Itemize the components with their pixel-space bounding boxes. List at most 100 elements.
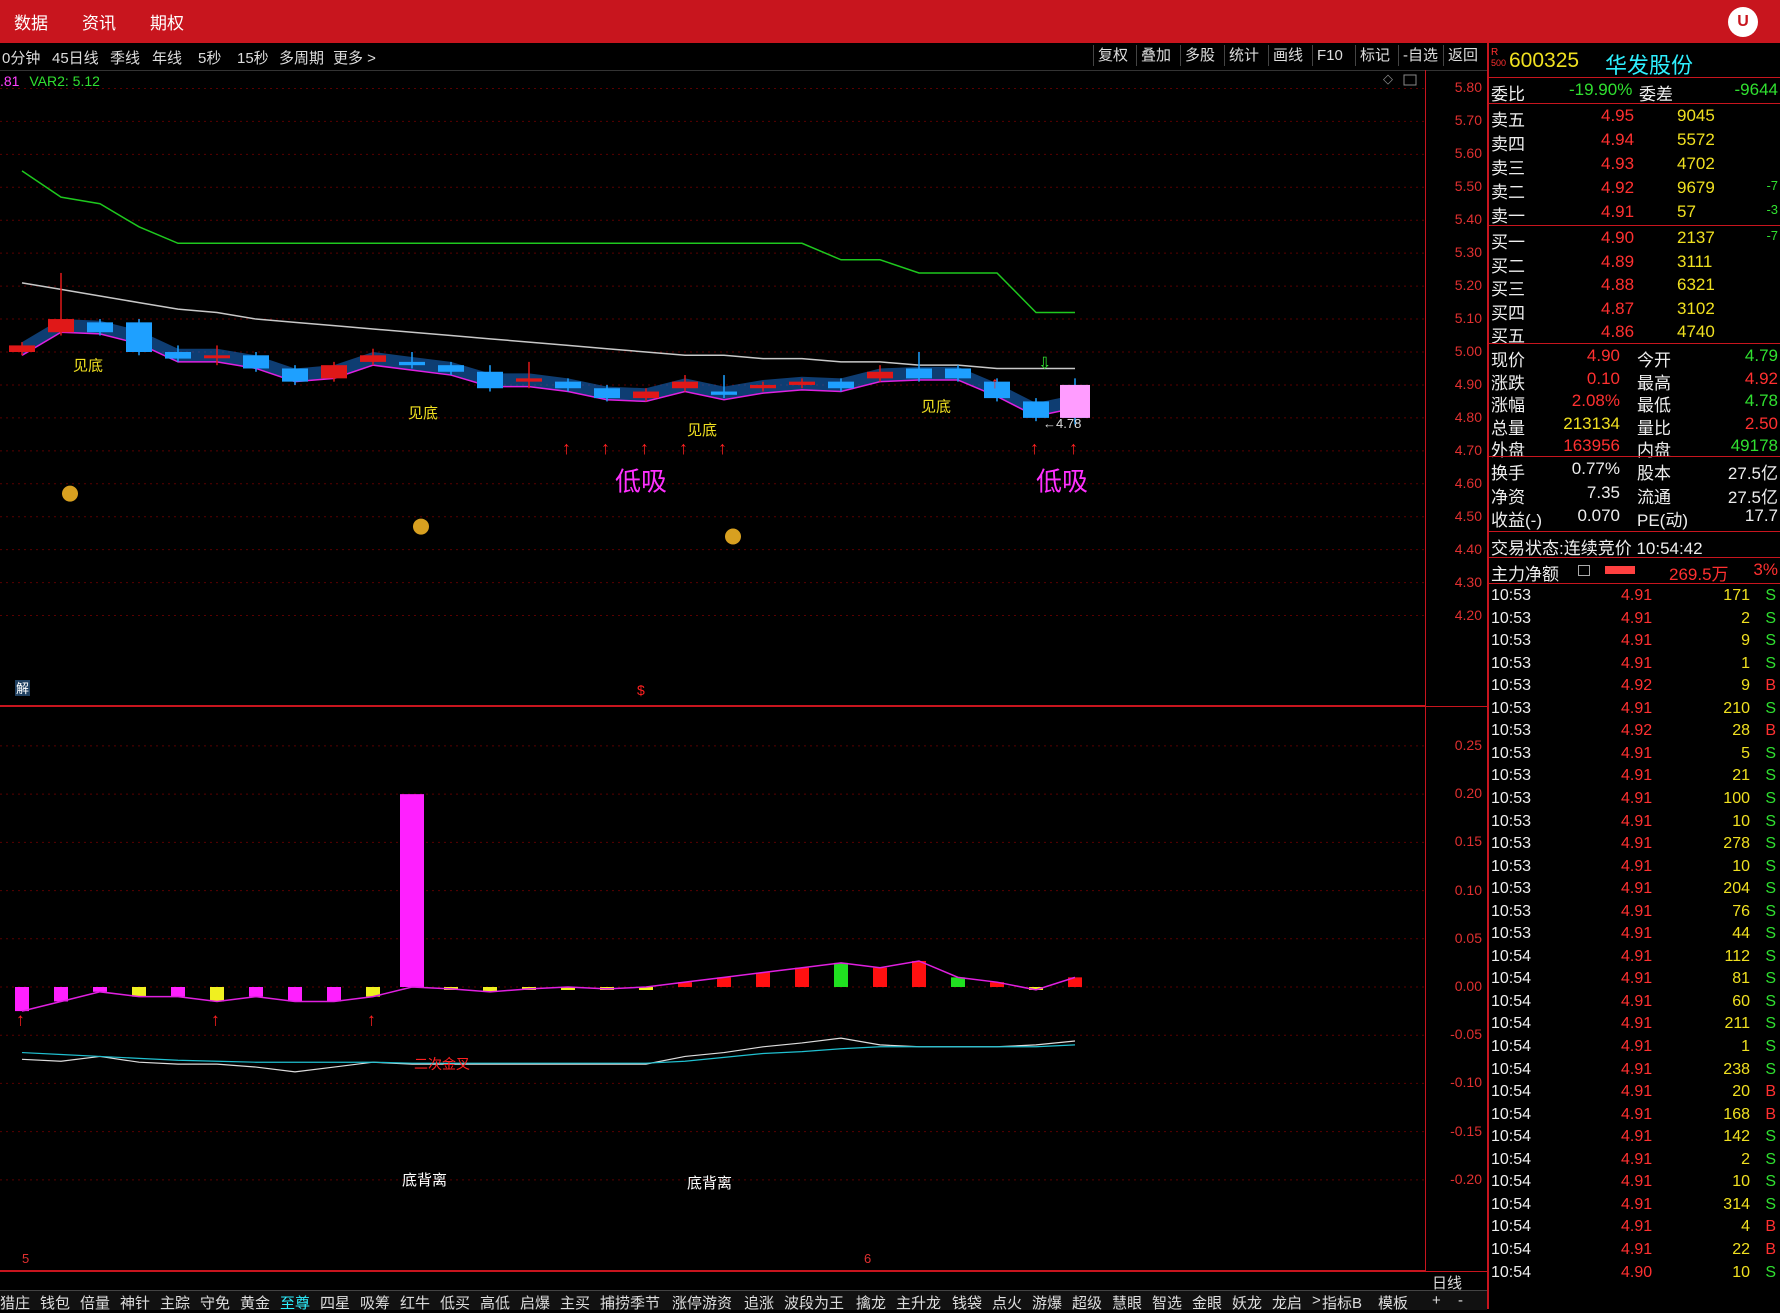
- period-season[interactable]: 季线: [110, 47, 140, 68]
- candle[interactable]: [48, 272, 74, 336]
- period-0min[interactable]: 0分钟: [2, 47, 40, 68]
- indicator-tab[interactable]: 启爆: [520, 1292, 550, 1313]
- tick-time: 10:54: [1491, 1105, 1532, 1123]
- candle[interactable]: [126, 319, 152, 356]
- sell-level-row[interactable]: 卖五 4.95 9045: [1491, 105, 1780, 130]
- money-bag-icon[interactable]: [725, 528, 741, 545]
- indicator-tab[interactable]: 妖龙: [1232, 1292, 1262, 1313]
- draw-line-button[interactable]: 画线: [1268, 45, 1307, 66]
- level-label: 卖四: [1491, 135, 1525, 154]
- money-bag-icon[interactable]: [62, 485, 78, 502]
- weicha-value: -9644: [1734, 80, 1778, 99]
- period-15s[interactable]: 15秒: [237, 47, 269, 68]
- tick-price: 4.91: [1621, 744, 1653, 762]
- multi-stock-button[interactable]: 多股: [1180, 45, 1219, 66]
- menu-options[interactable]: 期权: [150, 9, 184, 34]
- indicator-tab[interactable]: 金眼: [1192, 1292, 1222, 1313]
- mark-button[interactable]: 标记: [1355, 45, 1394, 66]
- indicator-tab[interactable]: 守免: [200, 1292, 230, 1313]
- tick-price: 4.91: [1621, 1083, 1653, 1101]
- tick-price: 4.91: [1621, 767, 1653, 785]
- period-45day[interactable]: 45日线: [52, 47, 99, 68]
- sell-level-row[interactable]: 卖四 4.94 5572: [1491, 129, 1780, 154]
- period-year[interactable]: 年线: [152, 47, 182, 68]
- sell-level-row[interactable]: 卖二 4.92 9679 -7: [1491, 177, 1780, 202]
- candle[interactable]: [477, 365, 503, 392]
- f10-button[interactable]: F10: [1312, 45, 1347, 66]
- indicator-tab[interactable]: 波段为王: [784, 1292, 844, 1313]
- back-button[interactable]: 返回: [1443, 45, 1482, 66]
- stock-code: 600325: [1509, 49, 1580, 72]
- indicator-tab[interactable]: 主升龙: [896, 1292, 941, 1313]
- indicator-tab[interactable]: 吸筹: [360, 1292, 390, 1313]
- tick-side: S: [1765, 902, 1776, 920]
- indicator-tab[interactable]: 四星: [320, 1292, 350, 1313]
- indicator-tab[interactable]: 擒龙: [856, 1292, 886, 1313]
- tick-side: S: [1765, 609, 1776, 627]
- indicator-tab[interactable]: 超级: [1072, 1292, 1102, 1313]
- indicator-tab[interactable]: 点火: [992, 1292, 1022, 1313]
- indicator-tab[interactable]: 捕捞季节: [600, 1292, 660, 1313]
- fuquan-button[interactable]: 复权: [1093, 45, 1132, 66]
- indicator-tab[interactable]: 主踪: [160, 1292, 190, 1313]
- indicator-tab[interactable]: 红牛: [400, 1292, 430, 1313]
- period-more[interactable]: 更多 >: [333, 47, 376, 68]
- sell-level-row[interactable]: 卖三 4.93 4702: [1491, 153, 1780, 178]
- chart-toolbar: 0分钟 45日线 季线 年线 5秒 15秒 多周期 更多 > 复权 叠加 多股 …: [0, 43, 1487, 71]
- stats-button[interactable]: 统计: [1224, 45, 1263, 66]
- window-toggle-icon[interactable]: [1403, 74, 1417, 86]
- level-volume: 3111: [1677, 251, 1713, 271]
- tick-volume: 9: [1741, 677, 1750, 695]
- period-5s[interactable]: 5秒: [198, 47, 221, 68]
- menu-data[interactable]: 数据: [14, 9, 48, 34]
- indicator-tab[interactable]: >: [1312, 1292, 1321, 1309]
- indicator-tab[interactable]: 追涨: [744, 1292, 774, 1313]
- buy-level-row[interactable]: 买二 4.89 3111: [1491, 251, 1780, 276]
- tick-price: 4.91: [1621, 1128, 1653, 1146]
- tick-time: 10:54: [1491, 970, 1532, 988]
- indicator-tab[interactable]: 智选: [1152, 1292, 1182, 1313]
- main-net-icon[interactable]: [1578, 565, 1590, 576]
- buy-level-row[interactable]: 买四 4.87 3102: [1491, 298, 1780, 323]
- watchlist-remove-button[interactable]: -自选: [1398, 45, 1442, 66]
- level-price: 4.86: [1601, 322, 1635, 341]
- indicator-tab[interactable]: 游爆: [1032, 1292, 1062, 1313]
- indicator-tab[interactable]: 神针: [120, 1292, 150, 1313]
- indicator-tab[interactable]: +: [1432, 1292, 1441, 1309]
- buy-level-row[interactable]: 买一 4.90 2137 -7: [1491, 227, 1780, 252]
- indicator-tick-label: 0.20: [1454, 785, 1482, 802]
- indicator-tab[interactable]: 慧眼: [1112, 1292, 1142, 1313]
- user-avatar-icon[interactable]: U: [1728, 7, 1758, 37]
- indicator-tab[interactable]: 龙启: [1272, 1292, 1302, 1313]
- tick-time: 10:54: [1491, 1218, 1532, 1236]
- indicator-tab[interactable]: 黄金: [240, 1292, 270, 1313]
- overlay-button[interactable]: 叠加: [1136, 45, 1175, 66]
- indicator-tab[interactable]: 模板: [1378, 1292, 1408, 1313]
- sell-level-row[interactable]: 卖一 4.91 57 -3: [1491, 201, 1780, 226]
- indicator-tab[interactable]: 钱包: [40, 1292, 70, 1313]
- menu-news[interactable]: 资讯: [82, 9, 116, 34]
- indicator-tab[interactable]: 至尊: [280, 1292, 310, 1313]
- indicator-tab[interactable]: 钱袋: [952, 1292, 982, 1313]
- tick-side: B: [1765, 677, 1776, 695]
- indicator-tab[interactable]: 高低: [480, 1292, 510, 1313]
- diamond-icon[interactable]: ◇: [1383, 71, 1393, 86]
- indicator-tab[interactable]: 猎庄: [0, 1292, 30, 1313]
- indicator-chart[interactable]: ↑ ↑ ↑ 二次金叉底背离 底背离 5 6: [0, 707, 1425, 1272]
- buy-level-row[interactable]: 买三 4.88 6321: [1491, 274, 1780, 299]
- candlestick-chart[interactable]: 见底见底见底见底低吸 低吸←4.78↑ ↑ ↑ ↑ ↑ ↑ ↑↑⇩解 $ ◇: [0, 70, 1425, 707]
- money-bag-icon[interactable]: [413, 518, 429, 535]
- indicator-tab[interactable]: 低买: [440, 1292, 470, 1313]
- candle-body: [750, 384, 776, 389]
- candle-body: [9, 345, 35, 352]
- stat-label: 股本: [1637, 464, 1671, 483]
- tick-row: 10:54 4.91 20 B: [1491, 1082, 1780, 1105]
- indicator-tab[interactable]: 涨停游资: [672, 1292, 732, 1313]
- period-multi[interactable]: 多周期: [279, 47, 324, 68]
- trend-ribbon: [22, 319, 1075, 417]
- indicator-tab[interactable]: 指标B: [1322, 1292, 1362, 1313]
- indicator-tab[interactable]: 倍量: [80, 1292, 110, 1313]
- indicator-tab[interactable]: -: [1458, 1292, 1463, 1309]
- indicator-tab[interactable]: 主买: [560, 1292, 590, 1313]
- buy-level-row[interactable]: 买五 4.86 4740: [1491, 321, 1780, 346]
